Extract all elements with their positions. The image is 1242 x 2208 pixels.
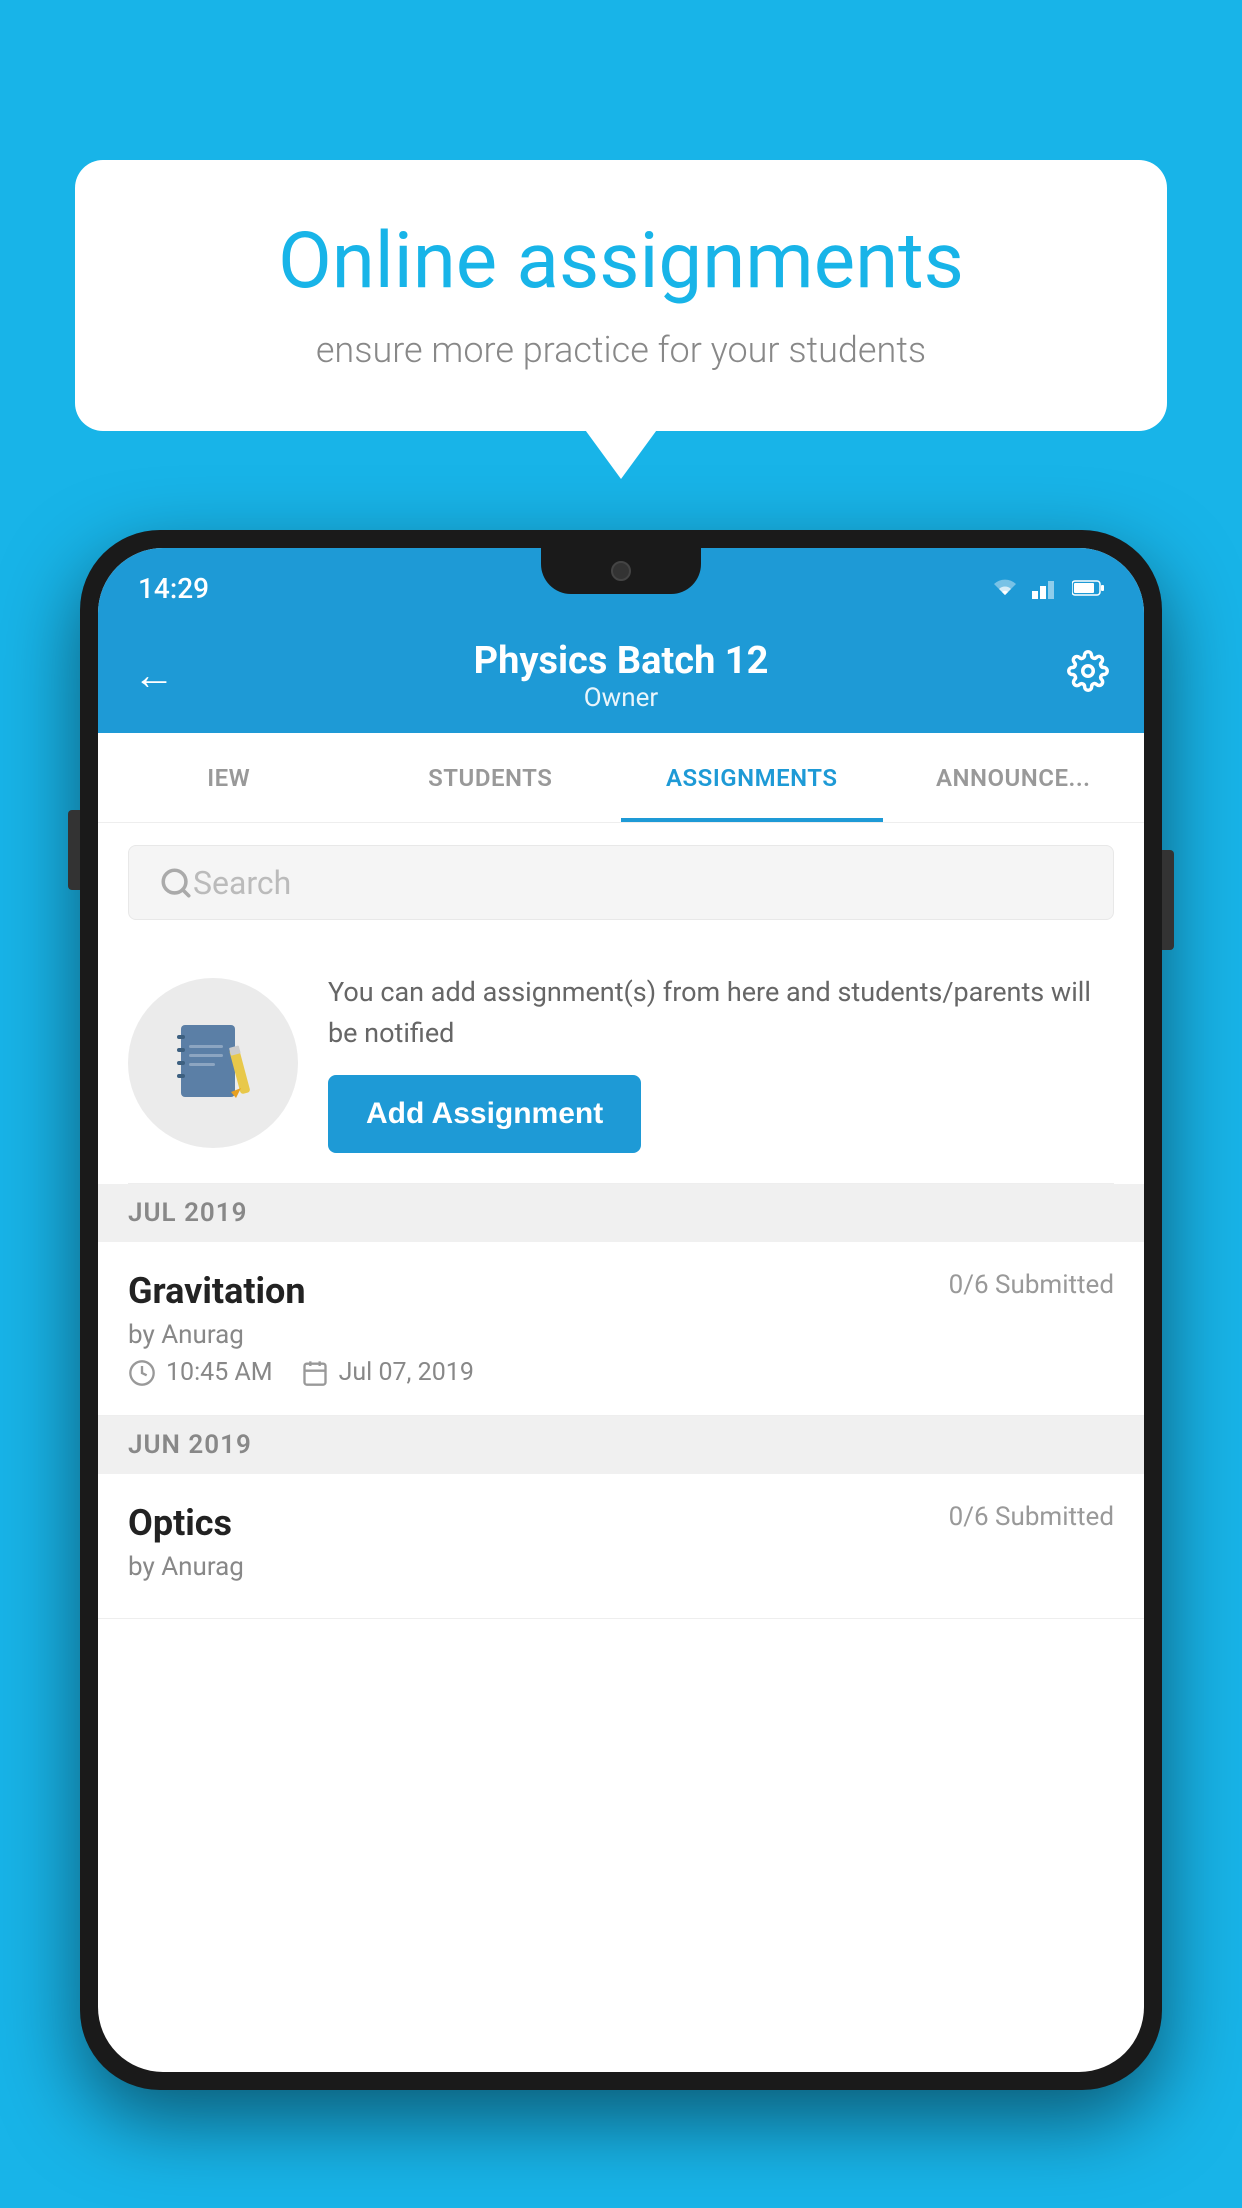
signal-icon	[1032, 577, 1060, 599]
phone-screen: 14:29	[98, 548, 1144, 2072]
promo-card: You can add assignment(s) from here and …	[128, 942, 1114, 1184]
assignment-submitted-gravitation: 0/6 Submitted	[949, 1270, 1114, 1300]
tabs-bar: IEW STUDENTS ASSIGNMENTS ANNOUNCE...	[98, 733, 1144, 823]
assignment-title-gravitation: Gravitation	[128, 1270, 306, 1312]
assignment-icon-circle	[128, 978, 298, 1148]
header-title: Physics Batch 12	[474, 639, 769, 683]
battery-icon	[1072, 579, 1104, 597]
detail-time: 10:45 AM	[128, 1358, 273, 1387]
status-time: 14:29	[138, 572, 209, 605]
assignment-meta-optics: by Anurag	[128, 1552, 1114, 1582]
promo-content: You can add assignment(s) from here and …	[328, 972, 1114, 1153]
search-icon	[159, 866, 193, 900]
camera-dot	[611, 561, 631, 581]
phone-outer: 14:29	[80, 530, 1162, 2090]
search-placeholder: Search	[193, 864, 291, 902]
back-button[interactable]: ←	[133, 651, 175, 700]
tab-iew[interactable]: IEW	[98, 733, 360, 822]
notebook-icon	[173, 1020, 253, 1105]
header-title-block: Physics Batch 12 Owner	[474, 639, 769, 713]
assignment-title-optics: Optics	[128, 1502, 232, 1544]
assignment-row-top-optics: Optics 0/6 Submitted	[128, 1502, 1114, 1544]
section-jul-2019: JUL 2019	[98, 1184, 1144, 1242]
add-assignment-button[interactable]: Add Assignment	[328, 1075, 641, 1153]
status-icons	[990, 577, 1104, 599]
clock-icon	[128, 1359, 156, 1387]
gear-button[interactable]	[1067, 650, 1109, 702]
assignment-details-gravitation: 10:45 AM Jul 07, 2019	[128, 1358, 1114, 1387]
detail-date: Jul 07, 2019	[301, 1358, 474, 1387]
phone-wrapper: 14:29	[80, 530, 1162, 2208]
tab-announcements[interactable]: ANNOUNCE...	[883, 733, 1145, 822]
speech-bubble: Online assignments ensure more practice …	[75, 160, 1167, 431]
wifi-icon	[990, 577, 1020, 599]
detail-time-value: 10:45 AM	[166, 1358, 273, 1387]
tab-assignments[interactable]: ASSIGNMENTS	[621, 733, 883, 822]
assignment-item-optics[interactable]: Optics 0/6 Submitted by Anurag	[98, 1474, 1144, 1619]
tab-students[interactable]: STUDENTS	[360, 733, 622, 822]
assignment-meta-gravitation: by Anurag	[128, 1320, 1114, 1350]
content-area: Search	[98, 823, 1144, 1619]
calendar-icon	[301, 1359, 329, 1387]
app-header: ← Physics Batch 12 Owner	[98, 618, 1144, 733]
detail-date-value: Jul 07, 2019	[339, 1358, 474, 1387]
header-subtitle: Owner	[474, 683, 769, 713]
notch	[541, 548, 701, 594]
assignment-submitted-optics: 0/6 Submitted	[949, 1502, 1114, 1532]
bubble-title: Online assignments	[140, 215, 1102, 309]
bubble-subtitle: ensure more practice for your students	[140, 329, 1102, 371]
section-jun-2019: JUN 2019	[98, 1416, 1144, 1474]
search-bar[interactable]: Search	[128, 845, 1114, 920]
promo-text: You can add assignment(s) from here and …	[328, 972, 1114, 1053]
speech-bubble-container: Online assignments ensure more practice …	[75, 160, 1167, 431]
assignment-row-top: Gravitation 0/6 Submitted	[128, 1270, 1114, 1312]
assignment-item-gravitation[interactable]: Gravitation 0/6 Submitted by Anurag 10:4…	[98, 1242, 1144, 1416]
